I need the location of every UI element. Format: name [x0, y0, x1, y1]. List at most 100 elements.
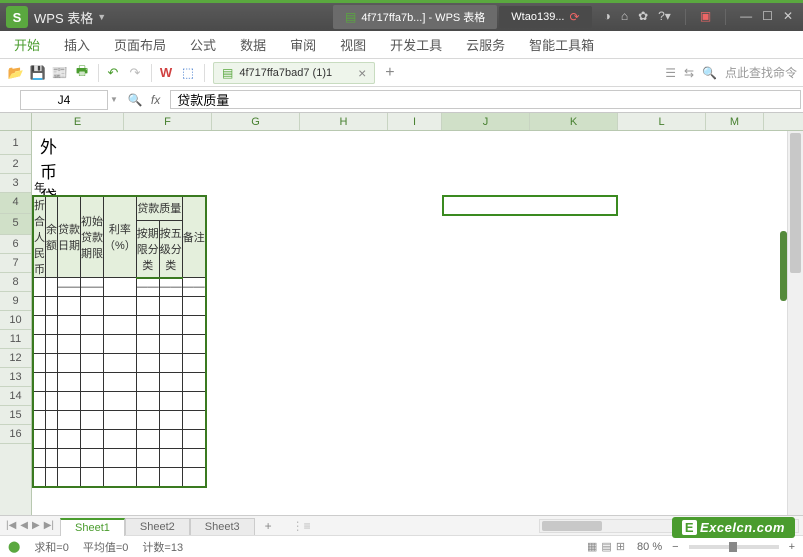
- cell[interactable]: [182, 316, 206, 335]
- cell[interactable]: [81, 392, 104, 411]
- cell[interactable]: [104, 373, 137, 392]
- cell[interactable]: [159, 335, 182, 354]
- cell[interactable]: [33, 373, 46, 392]
- menu-view[interactable]: 视图: [340, 35, 366, 54]
- cell[interactable]: [46, 297, 58, 316]
- sheet-tab-3[interactable]: Sheet3: [190, 518, 255, 535]
- cell[interactable]: [104, 354, 137, 373]
- row-header[interactable]: 11: [0, 330, 31, 349]
- cell[interactable]: [81, 430, 104, 449]
- zoom-value[interactable]: 80 %: [637, 541, 662, 553]
- cellref-dropdown-icon[interactable]: ▼: [110, 95, 118, 104]
- cell[interactable]: [159, 354, 182, 373]
- cell[interactable]: [182, 468, 206, 487]
- cell[interactable]: [136, 430, 159, 449]
- zoom-in-icon[interactable]: +: [789, 541, 795, 553]
- cell[interactable]: [46, 316, 58, 335]
- cell[interactable]: [58, 316, 81, 335]
- menu-smart[interactable]: 智能工具箱: [529, 35, 594, 54]
- print-preview-icon[interactable]: 📰: [50, 63, 70, 83]
- th[interactable]: 折合人民币: [33, 196, 46, 278]
- zoom-out-icon[interactable]: −: [672, 541, 678, 553]
- cell[interactable]: [33, 468, 46, 487]
- cell[interactable]: [104, 449, 137, 468]
- cell[interactable]: ——: [136, 278, 159, 297]
- cell[interactable]: [46, 430, 58, 449]
- cell[interactable]: [58, 354, 81, 373]
- cell[interactable]: [58, 392, 81, 411]
- menu-formula[interactable]: 公式: [190, 35, 216, 54]
- row-header[interactable]: 13: [0, 368, 31, 387]
- close-tab-icon[interactable]: ×: [358, 65, 366, 81]
- menu-review[interactable]: 审阅: [290, 35, 316, 54]
- undo-icon[interactable]: ↶: [103, 63, 123, 83]
- cell[interactable]: [81, 373, 104, 392]
- cell[interactable]: [33, 354, 46, 373]
- settings-icon[interactable]: ✿: [638, 9, 648, 25]
- document-tab-2[interactable]: Wtao139... ⟳: [499, 6, 591, 28]
- w-icon[interactable]: W: [156, 63, 176, 83]
- cell[interactable]: [58, 449, 81, 468]
- sheet-nav-prev-icon[interactable]: ◀: [20, 520, 28, 531]
- col-header[interactable]: E: [32, 113, 124, 130]
- sheet-nav-first-icon[interactable]: |◀: [6, 520, 16, 531]
- cell[interactable]: [104, 297, 137, 316]
- row-header[interactable]: 12: [0, 349, 31, 368]
- cell[interactable]: [33, 297, 46, 316]
- cell[interactable]: [104, 392, 137, 411]
- cell[interactable]: [58, 430, 81, 449]
- cube-icon[interactable]: ⬚: [178, 63, 198, 83]
- row-header[interactable]: 10: [0, 311, 31, 330]
- cell[interactable]: [182, 411, 206, 430]
- sheet-nav-next-icon[interactable]: ▶: [32, 520, 40, 531]
- cell[interactable]: [159, 373, 182, 392]
- cell[interactable]: [46, 335, 58, 354]
- row-header[interactable]: 16: [0, 425, 31, 444]
- document-tab-1[interactable]: ▤ 4f717ffa7b...] - WPS 表格: [333, 5, 497, 29]
- row-header[interactable]: 14: [0, 387, 31, 406]
- cell[interactable]: [81, 316, 104, 335]
- th[interactable]: 贷款日期: [58, 196, 81, 278]
- cell[interactable]: [159, 430, 182, 449]
- sheet-list-icon[interactable]: ⋮≡: [292, 519, 311, 533]
- cell[interactable]: [182, 449, 206, 468]
- cell[interactable]: [33, 392, 46, 411]
- sheet-tab-1[interactable]: Sheet1: [60, 518, 125, 536]
- cell[interactable]: [159, 392, 182, 411]
- add-sheet-icon[interactable]: +: [255, 517, 282, 535]
- cell[interactable]: [104, 316, 137, 335]
- cell[interactable]: [136, 373, 159, 392]
- col-header[interactable]: K: [530, 113, 618, 130]
- cell[interactable]: [33, 430, 46, 449]
- zoom-slider[interactable]: [689, 545, 779, 549]
- th[interactable]: 备注: [182, 196, 206, 278]
- cell[interactable]: [58, 297, 81, 316]
- app-dropdown-icon[interactable]: ▼: [97, 12, 106, 22]
- cell[interactable]: [136, 354, 159, 373]
- row-header[interactable]: 9: [0, 292, 31, 311]
- cell[interactable]: [33, 335, 46, 354]
- menu-cloud[interactable]: 云服务: [466, 35, 505, 54]
- view-mode-icons[interactable]: ▦▤⊞: [585, 540, 627, 553]
- cell[interactable]: [104, 411, 137, 430]
- row-header[interactable]: 5: [0, 214, 31, 235]
- th[interactable]: 余额: [46, 196, 58, 278]
- cell[interactable]: [182, 392, 206, 411]
- menu-insert[interactable]: 插入: [64, 35, 90, 54]
- cell[interactable]: [46, 449, 58, 468]
- row-header[interactable]: 4: [0, 193, 31, 214]
- menu-data[interactable]: 数据: [240, 35, 266, 54]
- toolbar-icon[interactable]: ☰: [665, 66, 676, 80]
- select-all-corner[interactable]: [0, 113, 31, 131]
- cell[interactable]: ——: [58, 278, 81, 297]
- cell[interactable]: [182, 297, 206, 316]
- fx-label[interactable]: fx: [151, 93, 160, 107]
- cell[interactable]: [136, 449, 159, 468]
- cell[interactable]: [104, 278, 137, 297]
- cell[interactable]: [104, 430, 137, 449]
- menu-start[interactable]: 开始: [14, 35, 40, 54]
- cell[interactable]: [182, 335, 206, 354]
- col-header[interactable]: M: [706, 113, 764, 130]
- cell[interactable]: [159, 411, 182, 430]
- cell[interactable]: [81, 297, 104, 316]
